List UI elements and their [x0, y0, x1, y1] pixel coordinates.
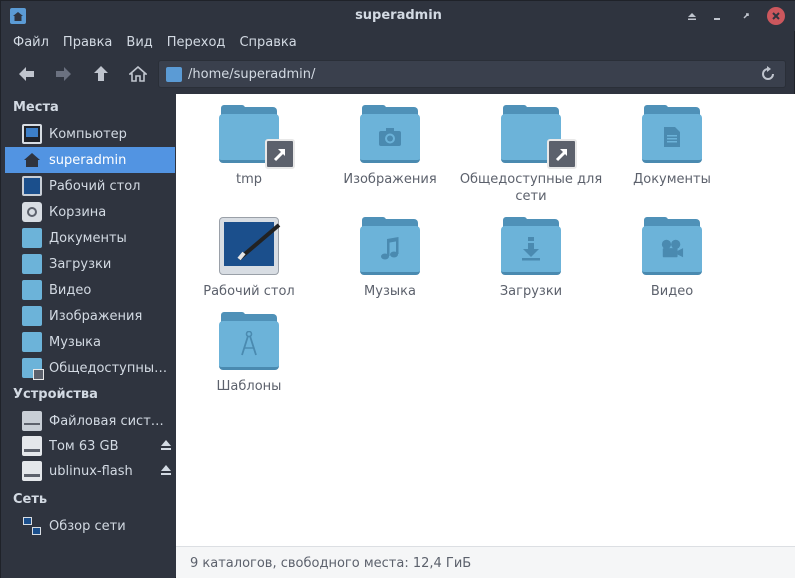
sidebar-item-documents[interactable]: Документы — [5, 225, 175, 251]
eject-icon[interactable] — [161, 440, 171, 450]
home-icon — [129, 66, 147, 82]
menu-file[interactable]: Файл — [6, 31, 56, 55]
location-path[interactable]: /home/superadmin/ — [188, 67, 315, 82]
desktop-icon — [22, 176, 42, 196]
file-item-downloads[interactable]: Загрузки — [456, 217, 606, 300]
music-folder-icon — [360, 217, 420, 277]
templates-folder-icon — [219, 312, 279, 372]
window-title: superadmin — [355, 8, 442, 23]
pictures-folder-icon — [360, 105, 420, 165]
sidebar-item-filesystem[interactable]: Файловая система — [5, 408, 175, 434]
minimize-button[interactable] — [708, 7, 726, 25]
file-item-public[interactable]: Общедоступные для сети — [456, 105, 606, 205]
menu-go[interactable]: Переход — [160, 31, 233, 55]
menu-help[interactable]: Справка — [232, 31, 303, 55]
sidebar-item-volume-63gb[interactable]: Том 63 GB — [5, 433, 175, 459]
location-bar[interactable]: /home/superadmin/ — [158, 60, 786, 88]
music-folder-icon — [22, 332, 42, 352]
pictures-folder-icon — [22, 306, 42, 326]
file-item-tmp[interactable]: tmp — [174, 105, 324, 188]
sidebar-item-desktop[interactable]: Рабочий стол — [5, 173, 175, 199]
sidebar-item-video[interactable]: Видео — [5, 277, 175, 303]
drive-icon — [22, 411, 42, 431]
status-text: 9 каталогов, свободного места: 12,4 ГиБ — [190, 556, 472, 571]
trash-icon — [22, 202, 42, 222]
eject-icon[interactable] — [161, 465, 171, 475]
usb-drive-icon — [22, 436, 42, 456]
back-button[interactable] — [14, 61, 40, 87]
home-icon — [22, 150, 42, 170]
maximize-button[interactable] — [737, 7, 755, 25]
file-item-templates[interactable]: Шаблоны — [174, 312, 324, 395]
downloads-folder-icon — [501, 217, 561, 277]
file-item-desktop[interactable]: Рабочий стол — [174, 217, 324, 300]
toolbar: /home/superadmin/ — [1, 57, 795, 91]
usb-drive-icon — [22, 461, 42, 481]
sidebar-header-places: Места — [13, 100, 59, 115]
sidebar-item-public[interactable]: Общедоступные ... — [5, 355, 175, 381]
file-item-music[interactable]: Музыка — [315, 217, 465, 300]
public-folder-icon — [501, 105, 577, 169]
sidebar-item-music[interactable]: Музыка — [5, 329, 175, 355]
file-item-video[interactable]: Видео — [597, 217, 747, 300]
arrow-up-icon — [94, 66, 108, 81]
reload-icon[interactable] — [759, 65, 777, 83]
sidebar-header-devices: Устройства — [13, 387, 98, 402]
shade-button[interactable] — [683, 7, 701, 25]
network-icon — [22, 516, 42, 536]
menu-edit[interactable]: Правка — [56, 31, 119, 55]
documents-folder-icon — [642, 105, 702, 165]
menu-view[interactable]: Вид — [119, 31, 159, 55]
arrow-right-icon — [56, 67, 71, 81]
folder-link-icon — [219, 105, 295, 169]
video-folder-icon — [22, 280, 42, 300]
sidebar-item-network[interactable]: Обзор сети — [5, 513, 175, 539]
downloads-folder-icon — [22, 254, 42, 274]
file-item-pictures[interactable]: Изображения — [315, 105, 465, 188]
sidebar: Места Компьютер superadmin Рабочий стол … — [1, 94, 175, 578]
desktop-icon — [219, 217, 281, 277]
menubar: Файл Правка Вид Переход Справка — [1, 31, 795, 55]
symlink-arrow-icon — [265, 139, 295, 169]
sidebar-item-pictures[interactable]: Изображения — [5, 303, 175, 329]
home-folder-icon — [166, 67, 182, 82]
close-button[interactable] — [767, 7, 785, 25]
forward-button[interactable] — [50, 61, 76, 87]
home-button[interactable] — [125, 61, 151, 87]
up-button[interactable] — [88, 61, 114, 87]
statusbar: 9 каталогов, свободного места: 12,4 ГиБ — [176, 546, 795, 578]
titlebar[interactable]: superadmin — [1, 1, 795, 31]
video-folder-icon — [642, 217, 702, 277]
arrow-left-icon — [19, 67, 34, 81]
symlink-arrow-icon — [547, 139, 577, 169]
documents-folder-icon — [22, 228, 42, 248]
sidebar-header-network: Сеть — [13, 492, 48, 507]
computer-icon — [22, 124, 42, 144]
sidebar-item-trash[interactable]: Корзина — [5, 199, 175, 225]
sidebar-item-downloads[interactable]: Загрузки — [5, 251, 175, 277]
file-view: tmp Изображения Общедоступные для сети Д… — [176, 94, 795, 546]
file-manager-window: superadmin Файл Правка Вид Переход Справ… — [0, 0, 795, 578]
public-folder-icon — [22, 358, 44, 380]
sidebar-item-ublinux-flash[interactable]: ublinux-flash — [5, 458, 175, 484]
sidebar-item-superadmin[interactable]: superadmin — [5, 147, 175, 173]
sidebar-item-computer[interactable]: Компьютер — [5, 121, 175, 147]
file-item-documents[interactable]: Документы — [597, 105, 747, 188]
